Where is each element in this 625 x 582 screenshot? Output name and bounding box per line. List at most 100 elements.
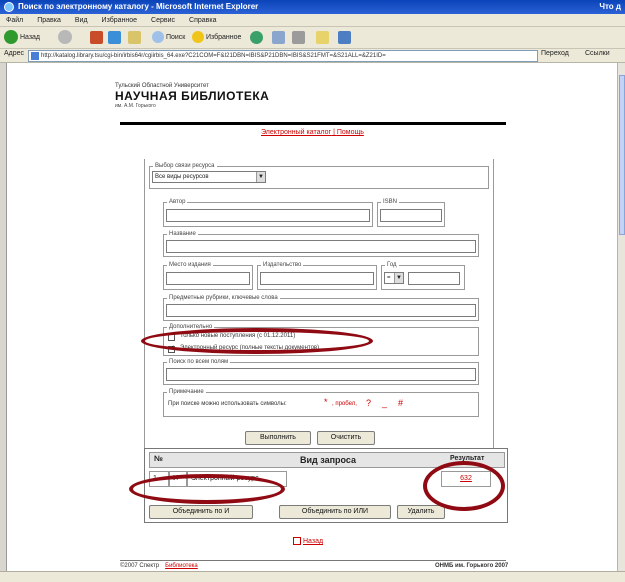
symbol-space: , пробел, xyxy=(332,401,357,407)
author-group: Автор xyxy=(163,199,373,227)
header-divider xyxy=(120,122,506,125)
highlight-request-row xyxy=(129,474,285,504)
chevron-down-icon: ▼ xyxy=(394,273,403,283)
footer-link[interactable]: Библиотека xyxy=(165,563,198,569)
menu-help[interactable]: Справка xyxy=(189,14,216,26)
footer-divider xyxy=(120,560,506,561)
go-button[interactable]: Переход xyxy=(541,50,569,57)
place-group: Место издания xyxy=(163,262,253,290)
resource-group: Выбор связи ресурса Все виды ресурсов ▼ xyxy=(149,163,489,189)
search-button[interactable]: Поиск xyxy=(152,30,185,46)
search-form: Выбор связи ресурса Все виды ресурсов ▼ … xyxy=(144,159,494,494)
year-group: Год = ▼ xyxy=(381,262,465,290)
search-label: Поиск xyxy=(165,34,186,41)
links-button[interactable]: Ссылки xyxy=(585,50,610,57)
place-input[interactable] xyxy=(166,272,250,285)
home-icon[interactable] xyxy=(128,31,141,44)
highlight-result-count xyxy=(423,461,505,511)
top-links: Электронный каталог | Помощь xyxy=(261,129,364,136)
col-num: № xyxy=(154,454,163,463)
fulltext-group: Поиск по всем полям xyxy=(163,359,479,385)
place-legend: Место издания xyxy=(169,262,211,268)
address-bar: Адрес http://katalog.library.tsu/cgi-bin… xyxy=(0,49,625,63)
title-input[interactable] xyxy=(166,240,476,253)
refresh-icon[interactable] xyxy=(108,31,121,44)
subjects-group: Предметные рубрики, ключевые слова xyxy=(163,295,479,321)
window-title: Поиск по электронному каталогу - Microso… xyxy=(18,2,259,11)
author-input[interactable] xyxy=(166,209,370,222)
publisher-legend: Издательство xyxy=(263,262,302,268)
note-group: Примечание При поиске можно использовать… xyxy=(163,389,479,417)
menu-file[interactable]: Файл xyxy=(6,14,23,26)
address-field[interactable]: http://katalog.library.tsu/cgi-bin/irbis… xyxy=(28,50,538,62)
title-legend: Название xyxy=(169,231,196,237)
resource-legend: Выбор связи ресурса xyxy=(155,163,215,169)
stop-icon[interactable] xyxy=(90,31,103,44)
author-legend: Автор xyxy=(169,199,186,205)
forward-button[interactable] xyxy=(58,30,72,46)
back-arrow-icon xyxy=(4,30,18,45)
delete-button[interactable]: Удалить xyxy=(397,505,445,519)
isbn-group: ISBN xyxy=(377,199,445,227)
favorites-star-icon xyxy=(192,31,204,44)
fulltext-legend: Поиск по всем полям xyxy=(169,359,229,365)
print-icon[interactable] xyxy=(292,31,305,44)
year-operator-select[interactable]: = ▼ xyxy=(384,272,404,284)
resource-select[interactable]: Все виды ресурсов ▼ xyxy=(152,171,266,183)
menu-favorites[interactable]: Избранное xyxy=(102,14,137,26)
logo-line3: им. А.М. Горького xyxy=(115,103,156,109)
footer-library: ОНМБ им. Горького 2007 xyxy=(435,563,509,569)
combine-or-button[interactable]: Объединить по ИЛИ xyxy=(279,505,391,519)
help-link[interactable]: Помощь xyxy=(337,129,364,136)
year-input[interactable] xyxy=(408,272,460,285)
clear-button[interactable]: Очистить xyxy=(317,431,375,445)
year-operator-value: = xyxy=(387,275,391,281)
combine-and-button[interactable]: Объединить по И xyxy=(149,505,253,519)
chevron-down-icon: ▼ xyxy=(256,172,265,182)
messenger-icon[interactable] xyxy=(338,31,351,44)
scrollbar-thumb[interactable] xyxy=(619,75,625,235)
page-content: Тульский Областной Университет НАУЧНАЯ Б… xyxy=(6,63,617,571)
fulltext-input[interactable] xyxy=(166,368,476,381)
title-group: Название xyxy=(163,231,479,257)
page-icon xyxy=(31,52,39,60)
subjects-legend: Предметные рубрики, ключевые слова xyxy=(169,295,278,301)
menu-edit[interactable]: Правка xyxy=(37,14,61,26)
menu-view[interactable]: Вид xyxy=(75,14,88,26)
execute-button[interactable]: Выполнить xyxy=(245,431,311,445)
publisher-group: Издательство xyxy=(257,262,377,290)
publisher-input[interactable] xyxy=(260,272,374,285)
back-square-icon xyxy=(293,537,301,545)
symbol-hash: # xyxy=(398,398,404,408)
isbn-input[interactable] xyxy=(380,209,442,222)
isbn-legend: ISBN xyxy=(383,199,398,205)
favorites-label: Избранное xyxy=(205,34,242,41)
window-title-tag: Что д xyxy=(599,2,621,11)
subjects-input[interactable] xyxy=(166,304,476,317)
year-legend: Год xyxy=(387,262,397,268)
address-label: Адрес xyxy=(4,50,25,57)
catalog-link[interactable]: Электронный каталог xyxy=(261,129,331,136)
forward-arrow-icon xyxy=(58,30,72,45)
favorites-button[interactable]: Избранное xyxy=(192,30,241,46)
note-legend: Примечание xyxy=(169,389,204,395)
resource-select-value: Все виды ресурсов xyxy=(155,174,209,180)
footer-left-text: ©2007 Спектр xyxy=(120,563,160,569)
menu-bar: Файл Правка Вид Избранное Сервис Справка xyxy=(0,14,625,27)
back-button[interactable]: Назад xyxy=(4,30,40,46)
mail-icon[interactable] xyxy=(272,31,285,44)
col-request-type: Вид запроса xyxy=(300,455,357,465)
ie-logo-icon xyxy=(4,2,14,12)
window-titlebar: Поиск по электронному каталогу - Microso… xyxy=(0,0,625,14)
search-icon xyxy=(152,31,164,44)
page-scrollbar[interactable] xyxy=(617,63,625,571)
symbol-underscore: _ xyxy=(382,398,388,408)
menu-tools[interactable]: Сервис xyxy=(151,14,175,26)
folder-icon[interactable] xyxy=(316,31,329,44)
highlight-electronic-resource xyxy=(141,328,373,354)
back-link-label: Назад xyxy=(303,537,324,545)
back-link[interactable]: Назад xyxy=(293,537,323,545)
history-icon[interactable] xyxy=(250,31,263,44)
library-logo: Тульский Областной Университет НАУЧНАЯ Б… xyxy=(115,83,275,109)
symbol-question: ? xyxy=(366,398,372,408)
